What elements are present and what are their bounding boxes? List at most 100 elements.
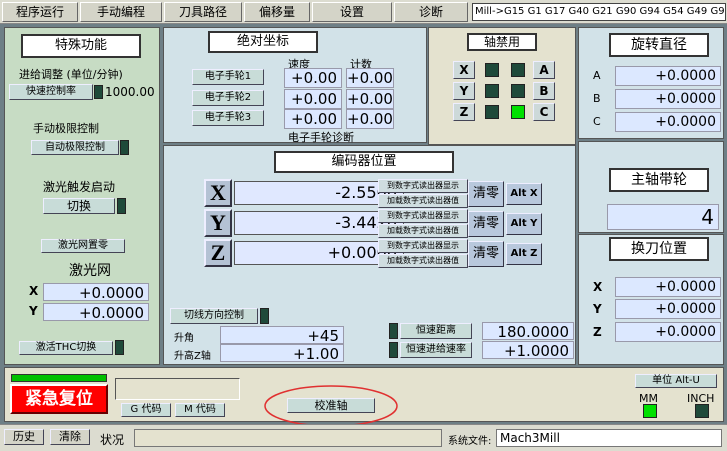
tab-program-run[interactable]: 程序运行 bbox=[2, 2, 78, 22]
status-bar: 历史 清除 状况 系统文件: Mach3Mill bbox=[0, 424, 727, 451]
tab-offsets[interactable]: 偏移量 bbox=[244, 2, 310, 22]
encoder-y-clear-button[interactable]: 清零 bbox=[468, 211, 504, 237]
encoder-x-to-dro-button[interactable]: 到数字式读出器显示 bbox=[378, 179, 468, 193]
laser-grid-zero-button[interactable]: 激光网置零 bbox=[41, 239, 125, 253]
mpg3-speed: +0.00 bbox=[284, 109, 342, 129]
special-functions-title: 特殊功能 bbox=[21, 34, 141, 58]
gcode-mcode-display bbox=[115, 378, 240, 400]
tab-diagnostics[interactable]: 诊断 bbox=[394, 2, 468, 22]
lock-b-button[interactable]: B bbox=[533, 82, 555, 100]
const-dist-led bbox=[389, 323, 398, 339]
encoder-x-load-dro-button[interactable]: 加载数字式读出器值 bbox=[378, 194, 468, 208]
toolchange-x-label: X bbox=[593, 280, 603, 294]
mm-led bbox=[643, 404, 657, 418]
const-distance-value[interactable]: 180.0000 bbox=[482, 322, 574, 341]
lock-z-button[interactable]: Z bbox=[453, 103, 475, 121]
laser-trigger-label: 激光触发启动 bbox=[43, 180, 116, 194]
toolchange-z-value[interactable]: +0.0000 bbox=[615, 322, 721, 342]
lock-c-led bbox=[511, 105, 525, 119]
encoder-x-clear-button[interactable]: 清零 bbox=[468, 181, 504, 207]
rapid-feed-rate-button[interactable]: 快速控制率 bbox=[9, 84, 93, 100]
tab-toolpath[interactable]: 刀具路径 bbox=[164, 2, 242, 22]
gcode-button[interactable]: G 代码 bbox=[121, 403, 171, 417]
tab-manual-mdi[interactable]: 手动编程 bbox=[80, 2, 162, 22]
lift-angle-value[interactable]: +45 bbox=[220, 326, 344, 345]
encoder-y-axis-button[interactable]: Y bbox=[204, 209, 232, 237]
lift-z-label: 升高Z轴 bbox=[174, 351, 211, 362]
encoder-y-to-dro-button[interactable]: 到数字式读出器显示 bbox=[378, 209, 468, 223]
encoder-z-axis-button[interactable]: Z bbox=[204, 239, 232, 267]
lock-z-led bbox=[485, 105, 499, 119]
axis-lock-panel: 轴禁用 X A Y B Z C bbox=[428, 27, 576, 145]
encoder-z-clear-button[interactable]: 清零 bbox=[468, 241, 504, 267]
feed-adjust-label: 进给调整 (单位/分钟) bbox=[19, 68, 123, 81]
rotary-a-value[interactable]: +0.0000 bbox=[615, 66, 721, 86]
mpg2-count: +0.00 bbox=[346, 89, 394, 109]
laser-x-value[interactable]: +0.0000 bbox=[43, 283, 149, 302]
encoder-z-to-dro-button[interactable]: 到数字式读出器显示 bbox=[378, 239, 468, 253]
encoder-panel: 编码器位置 X -2.5500 到数字式读出器显示 加载数字式读出器值 清零 A… bbox=[163, 145, 576, 365]
profile-value: Mach3Mill bbox=[496, 429, 722, 447]
lock-y-led bbox=[485, 84, 499, 98]
status-message-field bbox=[134, 429, 442, 447]
spindle-pulley-value[interactable]: 4 bbox=[607, 204, 719, 230]
encoder-x-axis-button[interactable]: X bbox=[204, 179, 232, 207]
tangential-control-button[interactable]: 切线方向控制 bbox=[170, 308, 258, 324]
lock-c-button[interactable]: C bbox=[533, 103, 555, 121]
lift-z-value[interactable]: +1.00 bbox=[220, 344, 344, 363]
auto-limit-button[interactable]: 自动极限控制 bbox=[31, 140, 119, 155]
mpg2-button[interactable]: 电子手轮2 bbox=[192, 90, 264, 106]
encoder-y-load-dro-button[interactable]: 加载数字式读出器值 bbox=[378, 224, 468, 238]
lift-angle-label: 升角 bbox=[174, 333, 194, 344]
lock-a-button[interactable]: A bbox=[533, 61, 555, 79]
tab-settings[interactable]: 设置 bbox=[312, 2, 392, 22]
mcode-button[interactable]: M 代码 bbox=[175, 403, 225, 417]
toolchange-x-value[interactable]: +0.0000 bbox=[615, 277, 721, 297]
clear-status-button[interactable]: 清除 bbox=[50, 429, 90, 445]
encoder-alt-y-button[interactable]: Alt Y bbox=[506, 213, 542, 235]
reset-indicator-led bbox=[11, 374, 107, 382]
lock-x-button[interactable]: X bbox=[453, 61, 475, 79]
rapid-feed-led bbox=[94, 85, 103, 99]
encoder-z-load-dro-button[interactable]: 加载数字式读出器值 bbox=[378, 254, 468, 268]
rotary-diameter-panel: 旋转直径 A +0.0000 B +0.0000 C +0.0000 bbox=[578, 27, 724, 139]
const-feed-value[interactable]: +1.0000 bbox=[482, 341, 574, 360]
tangential-control-led bbox=[260, 308, 269, 324]
toolchange-panel: 换刀位置 X +0.0000 Y +0.0000 Z +0.0000 bbox=[578, 234, 724, 365]
laser-y-label: Y bbox=[29, 304, 38, 318]
unit-toggle-button[interactable]: 单位 Alt-U bbox=[635, 374, 717, 388]
laser-grid-label: 激光网 bbox=[69, 263, 111, 279]
const-distance-button[interactable]: 恒速距离 bbox=[400, 323, 472, 339]
axis-lock-title: 轴禁用 bbox=[467, 33, 537, 51]
bottom-control-strip: 紧急复位 G 代码 M 代码 校准轴 单位 Alt-U MM INCH bbox=[4, 367, 724, 427]
encoder-alt-z-button[interactable]: Alt Z bbox=[506, 243, 542, 265]
feed-value: 1000.00 bbox=[105, 85, 155, 99]
rotary-diameter-title: 旋转直径 bbox=[609, 33, 709, 57]
laser-toggle-button[interactable]: 切换 bbox=[43, 198, 115, 214]
thc-toggle-button[interactable]: 激活THC切换 bbox=[19, 341, 113, 355]
encoder-alt-x-button[interactable]: Alt X bbox=[506, 183, 542, 205]
history-button[interactable]: 历史 bbox=[4, 429, 44, 445]
mpg1-button[interactable]: 电子手轮1 bbox=[192, 69, 264, 85]
mpg2-speed: +0.00 bbox=[284, 89, 342, 109]
lock-a-led bbox=[511, 63, 525, 77]
tab-bar: 程序运行 手动编程 刀具路径 偏移量 设置 诊断 Mill->G15 G1 G1… bbox=[0, 0, 727, 24]
encoder-title: 编码器位置 bbox=[274, 151, 454, 173]
lock-y-button[interactable]: Y bbox=[453, 82, 475, 100]
profile-label: 系统文件: bbox=[448, 436, 492, 447]
absolute-coords-panel: 绝对坐标 速度 计数 电子手轮1 +0.00 +0.00 电子手轮2 +0.00… bbox=[163, 27, 427, 144]
mpg3-count: +0.00 bbox=[346, 109, 394, 129]
const-feed-button[interactable]: 恒速进给速率 bbox=[400, 342, 472, 358]
rotary-b-value[interactable]: +0.0000 bbox=[615, 89, 721, 109]
auto-limit-led bbox=[120, 140, 129, 155]
toolchange-y-value[interactable]: +0.0000 bbox=[615, 299, 721, 319]
modal-gcode-display: Mill->G15 G1 G17 G40 G21 G90 G94 G54 G49… bbox=[472, 3, 726, 21]
laser-y-value[interactable]: +0.0000 bbox=[43, 303, 149, 322]
rotary-c-value[interactable]: +0.0000 bbox=[615, 112, 721, 132]
emergency-reset-button[interactable]: 紧急复位 bbox=[10, 384, 108, 414]
lock-x-led bbox=[485, 63, 499, 77]
spindle-pulley-title: 主轴带轮 bbox=[609, 168, 709, 192]
status-label: 状况 bbox=[100, 433, 125, 447]
soft-limit-label: 手动极限控制 bbox=[33, 122, 99, 135]
mpg3-button[interactable]: 电子手轮3 bbox=[192, 110, 264, 126]
